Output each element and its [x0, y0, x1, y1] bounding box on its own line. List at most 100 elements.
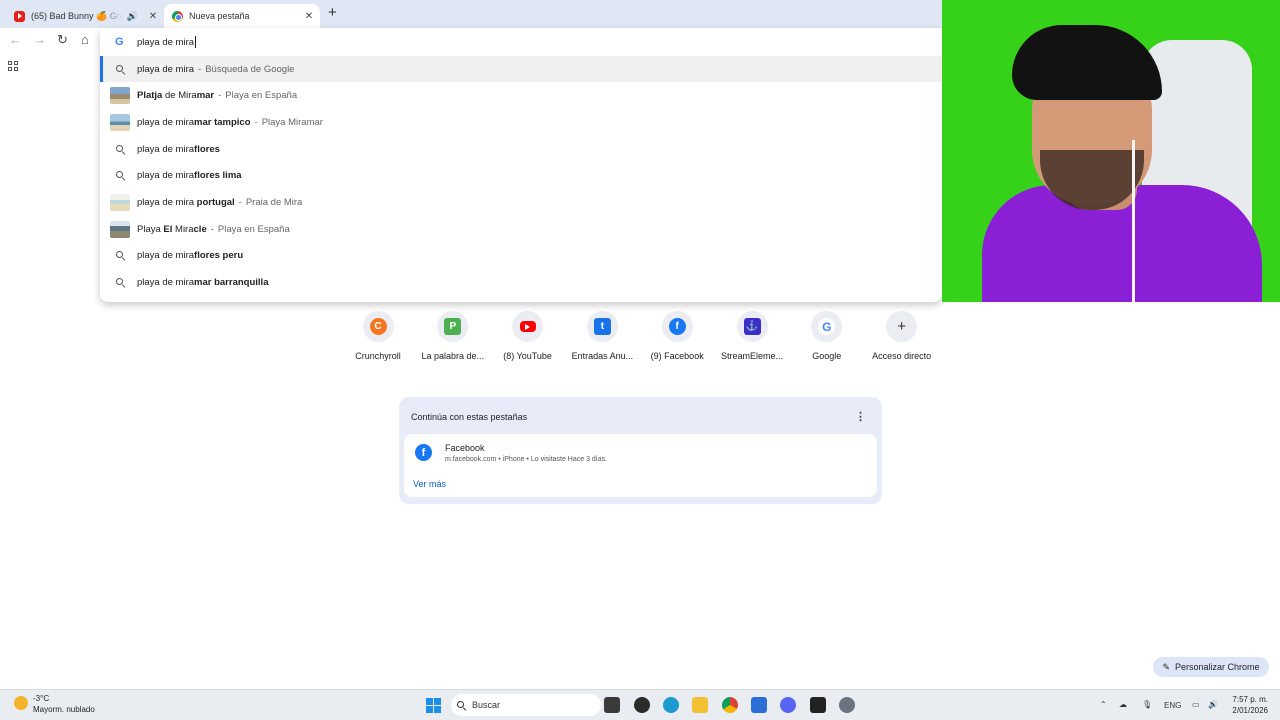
suggestion-row[interactable]: playa de miramar tampico - Playa Miramar	[100, 109, 942, 135]
suggestion-text: playa de mira	[137, 63, 195, 75]
speaker-icon[interactable]: 🔊	[127, 11, 138, 22]
task-view-icon[interactable]	[604, 697, 620, 713]
suggestion-description: Playa en España	[217, 223, 290, 235]
suggestion-text: playa de mira portugal	[137, 197, 235, 208]
tab-title: Nueva pestaña	[189, 11, 250, 21]
shortcut-tile[interactable]: C Crunchyroll	[340, 311, 416, 361]
suggestion-row[interactable]: playa de mira portugal - Praia de Mira	[100, 190, 942, 216]
customize-chrome-button[interactable]: ✎ Personalizar Chrome	[1153, 657, 1269, 677]
shortcut-circle: f	[661, 311, 693, 342]
tab-new-tab[interactable]: Nueva pestaña ✕	[164, 4, 320, 28]
clock-time: 7:57 p. m.	[1232, 695, 1268, 704]
continue-tab-meta: m.facebook.com • iPhone • Lo visitaste H…	[445, 456, 608, 463]
windows-start-icon[interactable]	[426, 698, 441, 713]
address-bar[interactable]: G playa de mira	[100, 28, 942, 56]
more-options-icon[interactable]: ⋮	[855, 410, 866, 423]
suggestion-text: playa de miramar barranquilla	[137, 277, 269, 289]
chrome-favicon-icon	[172, 10, 183, 22]
file-explorer-icon[interactable]	[692, 697, 708, 713]
cloud-icon[interactable]: ☁	[1119, 700, 1127, 709]
shortcut-circle: +	[886, 311, 918, 342]
shortcut-tile[interactable]: P La palabra de...	[415, 311, 491, 361]
google-logo-icon: G	[115, 36, 124, 48]
suggestion-separator: -	[218, 90, 222, 102]
continue-tabs-title: Continúa con estas pestañas	[411, 412, 528, 422]
apps-grid-icon[interactable]	[8, 61, 18, 71]
edge-icon[interactable]	[663, 697, 679, 713]
suggestion-row[interactable]: playa de miramar barranquilla	[100, 270, 942, 296]
suggestion-row[interactable]: playa de miraflores lima	[100, 163, 942, 189]
address-input[interactable]: playa de mira	[137, 37, 194, 48]
place-thumbnail-icon	[110, 220, 130, 238]
shortcut-tile[interactable]: (8) YouTube	[490, 311, 566, 361]
reload-button[interactable]: ↻	[57, 32, 68, 48]
home-button[interactable]: ⌂	[81, 32, 89, 47]
obs-icon[interactable]	[634, 697, 650, 713]
text-caret	[195, 36, 197, 48]
store-icon[interactable]	[751, 697, 767, 713]
search-icon	[457, 700, 464, 708]
discord-icon[interactable]	[780, 697, 796, 713]
suggestion-text: Playa El Miracle	[137, 223, 207, 235]
shortcut-tile[interactable]: t Entradas Anu...	[564, 311, 640, 361]
clock[interactable]: 7:57 p. m. 2/01/2026	[1232, 694, 1268, 716]
shortcut-circle: ⚓	[736, 311, 768, 342]
shortcut-circle: t	[586, 311, 618, 342]
network-icon[interactable]: ▭	[1192, 700, 1200, 709]
google-icon: G	[818, 318, 836, 335]
search-icon	[110, 274, 130, 291]
taskbar-search-placeholder: Buscar	[472, 700, 501, 710]
see-more-link[interactable]: Ver más	[413, 479, 446, 489]
taskbar-search[interactable]: Buscar	[451, 694, 601, 716]
omnibox-dropdown: G playa de mira playa de mira - Búsqueda d…	[100, 28, 942, 302]
suggestion-separator: -	[254, 116, 258, 128]
weather-icon	[14, 696, 28, 710]
search-icon	[110, 167, 130, 184]
forward-button[interactable]: →	[33, 32, 46, 47]
tab-title: (65) Bad Bunny 🍊 Greatest	[31, 10, 123, 21]
place-thumbnail-icon	[110, 87, 130, 105]
plus-icon: +	[897, 318, 906, 335]
shortcut-label: Google	[812, 351, 842, 361]
crunchyroll-icon: C	[369, 318, 387, 335]
new-tab-button[interactable]: +	[328, 4, 337, 21]
suggestion-row[interactable]: playa de miraflores peru	[100, 243, 942, 269]
shortcut-label: Crunchyroll	[355, 351, 401, 361]
shortcut-label: La palabra de...	[421, 351, 485, 361]
suggestion-row[interactable]: playa de mira - Búsqueda de Google	[100, 56, 942, 82]
continue-tab-name[interactable]: Facebook	[445, 443, 485, 453]
place-thumbnail-icon	[110, 194, 130, 211]
chrome-icon[interactable]	[722, 697, 738, 713]
customize-chrome-label: Personalizar Chrome	[1175, 662, 1260, 672]
tab-strip: (65) Bad Bunny 🍊 Greatest 🔊 ✕ Nueva pest…	[0, 0, 942, 28]
chevron-up-icon[interactable]: ⌃	[1100, 700, 1107, 709]
suggestion-description: Playa en España	[225, 90, 298, 102]
shortcut-label: StreamEleme...	[720, 351, 784, 361]
facebook-icon: f	[668, 318, 686, 335]
back-button[interactable]: ←	[9, 32, 22, 47]
suggestion-row[interactable]: Platja de Miramar - Playa en España	[100, 83, 942, 109]
close-tab-icon[interactable]: ✕	[302, 11, 316, 22]
suggestion-description: Playa Miramar	[261, 116, 323, 128]
shortcut-tile[interactable]: G Google	[789, 311, 865, 361]
shortcut-tile[interactable]: + Acceso directo	[864, 311, 940, 361]
microphone-icon[interactable]: 🎙	[1142, 700, 1152, 709]
shortcut-circle: P	[437, 311, 469, 342]
p-icon: P	[444, 318, 462, 335]
shortcut-tile[interactable]: f (9) Facebook	[639, 311, 715, 361]
webcam-overlay	[942, 0, 1280, 302]
suggestion-row[interactable]: playa de miraflores	[100, 136, 942, 162]
clock-date: 2/01/2026	[1232, 706, 1268, 715]
settings-icon[interactable]	[839, 697, 855, 713]
volume-icon[interactable]: 🔊	[1208, 700, 1218, 709]
tab-youtube[interactable]: (65) Bad Bunny 🍊 Greatest 🔊 ✕	[8, 4, 160, 28]
suggestion-row[interactable]: Playa El Miracle - Playa en España	[100, 216, 942, 242]
shortcut-tile[interactable]: ⚓ StreamEleme...	[714, 311, 790, 361]
tumblr-icon: t	[593, 318, 611, 335]
close-tab-icon[interactable]: ✕	[146, 11, 160, 22]
epic-games-icon[interactable]	[810, 697, 826, 713]
suggestion-text: playa de miramar tampico	[137, 116, 251, 128]
taskbar: -3°C Mayorm. nublado Buscar ⌃ ☁ 🎙 ENG ▭ …	[0, 689, 1280, 720]
shortcut-label: (9) Facebook	[650, 351, 704, 361]
language-indicator[interactable]: ENG	[1164, 701, 1181, 710]
